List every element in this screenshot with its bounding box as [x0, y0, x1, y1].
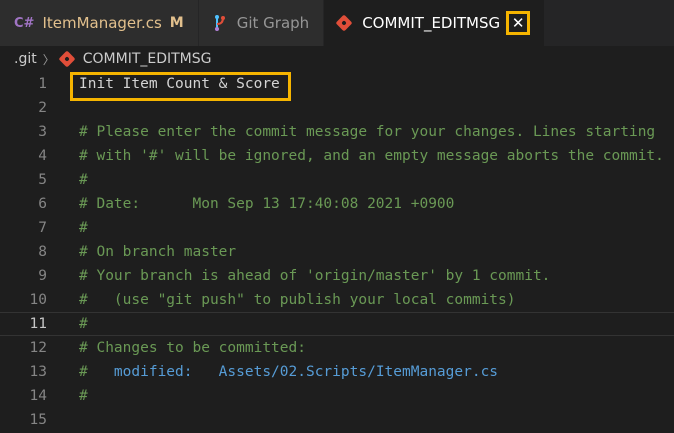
- editor-line[interactable]: 5 #: [0, 168, 674, 192]
- breadcrumb-folder[interactable]: .git: [14, 51, 37, 67]
- editor-line[interactable]: 7 #: [0, 216, 674, 240]
- editor-line[interactable]: 15: [0, 408, 674, 432]
- comment-text: #: [79, 388, 88, 404]
- editor-line[interactable]: 9 # Your branch is ahead of 'origin/maste…: [0, 264, 674, 288]
- comment-text: #: [79, 220, 88, 236]
- comment-text: # On branch master: [79, 244, 237, 260]
- line-number: 5: [38, 172, 47, 188]
- line-number: 11: [29, 316, 47, 332]
- editor-line[interactable]: 4 # with '#' will be ignored, and an empt…: [0, 144, 674, 168]
- tab-label: ItemManager.cs: [42, 14, 162, 32]
- modified-file-entry: modified: Assets/02.Scripts/ItemManager.…: [113, 364, 499, 380]
- close-icon[interactable]: ✕: [506, 11, 531, 35]
- tab-commit-editmsg[interactable]: COMMIT_EDITMSG ✕: [324, 0, 546, 46]
- line-number: 10: [29, 292, 47, 308]
- editor[interactable]: 1 Init Item Count & Score 2 3 # Please ent…: [0, 72, 674, 433]
- editor-line[interactable]: 13 # modified: Assets/02.Scripts/ItemMana…: [0, 360, 674, 384]
- line-number: 13: [29, 364, 47, 380]
- comment-text: # (use "git push" to publish your local …: [79, 292, 516, 308]
- comment-prefix: #: [79, 364, 114, 380]
- highlight-box: [70, 72, 291, 101]
- editor-line[interactable]: 3 # Please enter the commit message for y…: [0, 120, 674, 144]
- line-number: 8: [38, 244, 47, 260]
- comment-text: # modified: Assets/02.Scripts/ItemManage…: [79, 360, 498, 384]
- line-number: 6: [38, 196, 47, 212]
- comment-text: # Changes to be committed:: [79, 340, 306, 356]
- line-number: 14: [29, 388, 47, 404]
- comment-text: # with '#' will be ignored, and an empty…: [79, 148, 664, 164]
- editor-line-current[interactable]: 11 #: [0, 312, 674, 336]
- git-graph-icon: [213, 14, 227, 32]
- git-file-icon: [335, 14, 353, 32]
- tab-itemmanager[interactable]: C# ItemManager.cs M: [0, 0, 199, 46]
- git-file-icon: [58, 50, 76, 68]
- line-number: 1: [38, 76, 47, 92]
- tab-label: Git Graph: [236, 14, 310, 32]
- editor-line[interactable]: 14 #: [0, 384, 674, 408]
- line-number: 3: [38, 124, 47, 140]
- comment-text: #: [79, 316, 88, 332]
- line-number: 9: [38, 268, 47, 284]
- editor-line[interactable]: 6 # Date: Mon Sep 13 17:40:08 2021 +0900: [0, 192, 674, 216]
- comment-text: # Your branch is ahead of 'origin/master…: [79, 268, 551, 284]
- line-number: 7: [38, 220, 47, 236]
- csharp-file-icon: C#: [14, 15, 35, 31]
- comment-text: # Please enter the commit message for yo…: [79, 124, 656, 140]
- editor-line[interactable]: 12 # Changes to be committed:: [0, 336, 674, 360]
- comment-text: # Date: Mon Sep 13 17:40:08 2021 +0900: [79, 196, 455, 212]
- editor-line[interactable]: 10 # (use "git push" to publish your loca…: [0, 288, 674, 312]
- comment-text: #: [79, 172, 88, 188]
- line-number: 15: [29, 412, 47, 428]
- tab-label: COMMIT_EDITMSG: [362, 14, 501, 32]
- tab-git-graph[interactable]: Git Graph: [198, 0, 325, 46]
- editor-line[interactable]: 8 # On branch master: [0, 240, 674, 264]
- breadcrumb-file[interactable]: COMMIT_EDITMSG: [83, 51, 212, 67]
- line-number: 12: [29, 340, 47, 356]
- chevron-right-icon: 〉: [42, 52, 55, 67]
- line-number: 4: [38, 148, 47, 164]
- breadcrumb: .git 〉 COMMIT_EDITMSG: [0, 46, 674, 72]
- tab-bar: C# ItemManager.cs M Git Graph COMMIT_EDI…: [0, 0, 674, 46]
- line-number: 2: [38, 100, 47, 116]
- modified-badge: M: [169, 15, 184, 31]
